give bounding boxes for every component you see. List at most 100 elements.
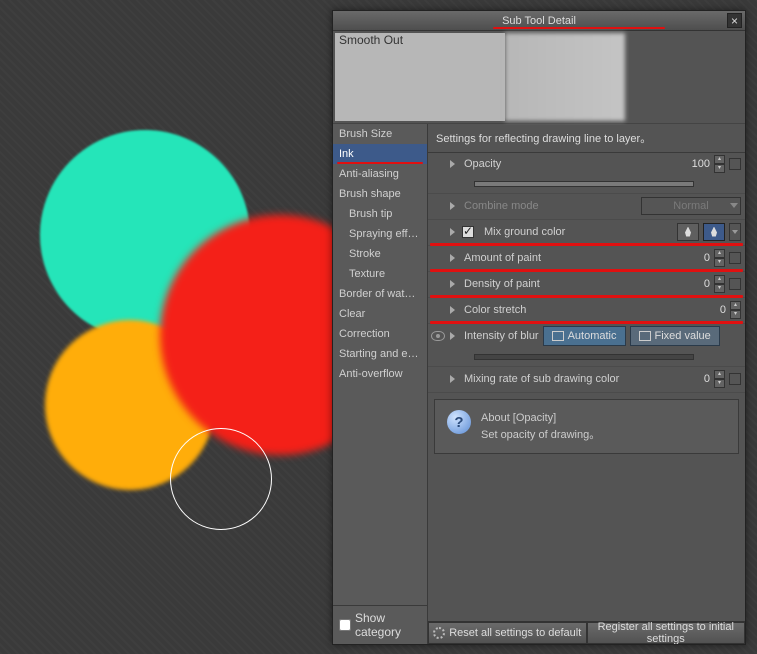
- blend-mode-icon-a[interactable]: [677, 223, 699, 241]
- row-mixing-rate: Mixing rate of sub drawing color 0 ▴▾: [428, 367, 745, 393]
- category-correction[interactable]: Correction: [333, 324, 427, 344]
- category-label: Clear: [339, 308, 365, 320]
- row-combine-mode: Combine mode Normal: [428, 194, 745, 220]
- row-amount-of-paint: Amount of paint 0 ▴▾: [428, 246, 745, 272]
- about-box: ? About [Opacity] Set opacity of drawing…: [434, 399, 739, 454]
- show-category-toggle[interactable]: Show category: [333, 605, 427, 644]
- about-title: About [Opacity]: [481, 410, 600, 427]
- category-label: Spraying effect: [349, 228, 422, 240]
- mix-ground-label: Mix ground color: [482, 226, 565, 238]
- preview-swatch: [505, 33, 625, 121]
- show-category-label: Show category: [355, 611, 421, 639]
- preview-label: Smooth Out: [339, 33, 403, 47]
- category-sidebar: Brush Size Ink Anti-aliasing Brush shape Bru…: [333, 124, 428, 644]
- help-icon: ?: [447, 410, 471, 434]
- opacity-label: Opacity: [462, 158, 501, 170]
- stretch-spinner[interactable]: ▴▾: [730, 301, 741, 319]
- panel-title: Sub Tool Detail: [502, 15, 576, 27]
- category-label: Starting and en...: [339, 348, 423, 360]
- row-density-of-paint: Density of paint 0 ▴▾: [428, 272, 745, 298]
- category-ink[interactable]: Ink: [333, 144, 427, 164]
- row-opacity: Opacity 100 ▴▾: [428, 153, 745, 194]
- dynamics-toggle[interactable]: [729, 158, 741, 170]
- category-anti-overflow[interactable]: Anti-overflow: [333, 364, 427, 384]
- category-brush-tip[interactable]: Brush tip: [333, 204, 427, 224]
- settings-description: Settings for reflecting drawing line to …: [428, 124, 745, 153]
- chevron-down-icon: [730, 203, 738, 208]
- automatic-icon: [552, 331, 564, 341]
- row-color-stretch: Color stretch 0 ▴▾: [428, 298, 745, 324]
- dynamics-toggle[interactable]: [729, 278, 741, 290]
- category-brush-shape[interactable]: Brush shape: [333, 184, 427, 204]
- sub-tool-detail-panel: Sub Tool Detail × Smooth Out Brush Size I…: [332, 10, 746, 645]
- intensity-slider[interactable]: [474, 354, 694, 360]
- category-label: Border of water...: [339, 288, 423, 300]
- category-label: Correction: [339, 328, 390, 340]
- annotation-underline: [493, 27, 665, 29]
- stretch-label: Color stretch: [462, 304, 526, 316]
- category-texture[interactable]: Texture: [333, 264, 427, 284]
- mixing-spinner[interactable]: ▴▾: [714, 370, 725, 388]
- brush-cursor-outline: [170, 428, 272, 530]
- close-icon[interactable]: ×: [727, 13, 742, 28]
- expand-icon[interactable]: [450, 375, 458, 383]
- row-intensity-of-blur: Intensity of blur Automatic Fixed value: [428, 324, 745, 367]
- settings-area: Settings for reflecting drawing line to …: [428, 124, 745, 644]
- reset-button[interactable]: Reset all settings to default: [428, 622, 587, 644]
- category-label: Brush Size: [339, 128, 392, 140]
- category-label: Anti-aliasing: [339, 168, 399, 180]
- register-button[interactable]: Register all settings to initial setting…: [587, 622, 746, 644]
- intensity-fixed-button[interactable]: Fixed value: [630, 326, 720, 346]
- opacity-value: 100: [686, 158, 710, 170]
- color-blob: [40, 130, 250, 340]
- blend-mode-icon-b[interactable]: [703, 223, 725, 241]
- category-anti-aliasing[interactable]: Anti-aliasing: [333, 164, 427, 184]
- combine-mode-dropdown[interactable]: Normal: [641, 197, 741, 215]
- category-stroke[interactable]: Stroke: [333, 244, 427, 264]
- density-value: 0: [686, 278, 710, 290]
- category-spraying-effect[interactable]: Spraying effect: [333, 224, 427, 244]
- amount-spinner[interactable]: ▴▾: [714, 249, 725, 267]
- show-category-checkbox[interactable]: [339, 619, 351, 631]
- eye-icon[interactable]: [431, 331, 445, 341]
- category-clear[interactable]: Clear: [333, 304, 427, 324]
- expand-icon[interactable]: [450, 254, 458, 262]
- category-starting-and-en[interactable]: Starting and en...: [333, 344, 427, 364]
- dynamics-toggle[interactable]: [729, 373, 741, 385]
- opacity-slider[interactable]: [474, 181, 694, 187]
- density-label: Density of paint: [462, 278, 540, 290]
- category-label: Brush shape: [339, 188, 401, 200]
- expand-icon[interactable]: [450, 202, 458, 210]
- expand-icon[interactable]: [450, 280, 458, 288]
- category-label: Anti-overflow: [339, 368, 403, 380]
- expand-icon[interactable]: [450, 306, 458, 314]
- row-mix-ground-color: Mix ground color: [428, 220, 745, 246]
- category-label: Ink: [339, 148, 354, 160]
- density-spinner[interactable]: ▴▾: [714, 275, 725, 293]
- combine-label: Combine mode: [462, 200, 539, 212]
- category-label: Stroke: [349, 248, 381, 260]
- canvas-preview: [0, 0, 340, 654]
- mix-ground-checkbox[interactable]: [462, 226, 474, 238]
- about-body: Set opacity of drawing。: [481, 427, 600, 444]
- reset-icon: [433, 627, 445, 639]
- opacity-spinner[interactable]: ▴▾: [714, 155, 725, 173]
- amount-label: Amount of paint: [462, 252, 541, 264]
- footer-buttons: Reset all settings to default Register a…: [428, 621, 745, 644]
- fixed-icon: [639, 331, 651, 341]
- blend-mode-dropdown[interactable]: [729, 223, 741, 241]
- expand-icon[interactable]: [450, 228, 458, 236]
- dynamics-toggle[interactable]: [729, 252, 741, 264]
- intensity-automatic-button[interactable]: Automatic: [543, 326, 626, 346]
- expand-icon[interactable]: [450, 160, 458, 168]
- category-border-of-water[interactable]: Border of water...: [333, 284, 427, 304]
- expand-icon[interactable]: [450, 332, 458, 340]
- mixing-label: Mixing rate of sub drawing color: [462, 373, 619, 385]
- intensity-label: Intensity of blur: [462, 330, 539, 342]
- panel-titlebar[interactable]: Sub Tool Detail ×: [333, 11, 745, 31]
- color-blob: [45, 320, 215, 490]
- mixing-value: 0: [686, 373, 710, 385]
- stretch-value: 0: [702, 304, 726, 316]
- category-brush-size[interactable]: Brush Size: [333, 124, 427, 144]
- category-label: Texture: [349, 268, 385, 280]
